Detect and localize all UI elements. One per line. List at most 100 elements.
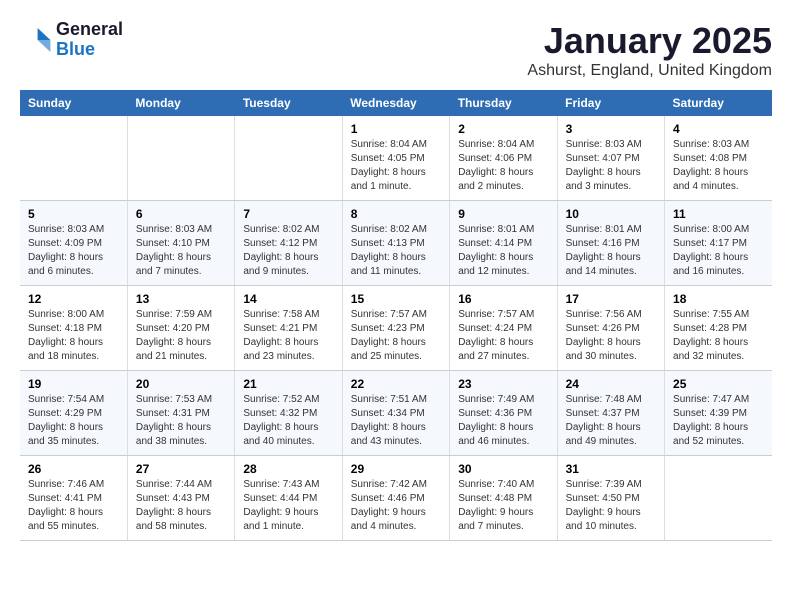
weekday-header-row: SundayMondayTuesdayWednesdayThursdayFrid… xyxy=(20,90,772,116)
title-section: January 2025 Ashurst, England, United Ki… xyxy=(527,20,772,80)
calendar-cell: 22Sunrise: 7:51 AM Sunset: 4:34 PM Dayli… xyxy=(342,371,449,456)
calendar-cell: 16 Sunrise: 7:57 AM Sunset: 4:24 PM Dayli… xyxy=(450,286,557,371)
calendar-week-row: 1 Sunrise: 8:04 AM Sunset: 4:05 PM Daylig… xyxy=(20,116,772,201)
weekday-header-saturday: Saturday xyxy=(665,90,772,116)
calendar-table: SundayMondayTuesdayWednesdayThursdayFrid… xyxy=(20,90,772,541)
day-number: 10 xyxy=(566,207,656,221)
day-info: Sunrise: 7:42 AM Sunset: 4:46 PM Dayligh… xyxy=(351,478,441,534)
day-number: 25 xyxy=(673,377,764,391)
day-info: Sunrise: 8:03 AM Sunset: 4:10 PM Dayligh… xyxy=(136,223,226,279)
calendar-cell: 15 Sunrise: 7:57 AM Sunset: 4:23 PM Dayli… xyxy=(342,286,449,371)
day-info: Sunrise: 7:44 AM Sunset: 4:43 PM Dayligh… xyxy=(136,478,226,534)
day-number: 19 xyxy=(28,377,119,391)
day-info: Sunrise: 8:00 AM Sunset: 4:17 PM Dayligh… xyxy=(673,223,764,279)
day-number: 26 xyxy=(28,462,119,476)
calendar-cell xyxy=(127,116,234,201)
day-info: Sunrise: 8:04 AM Sunset: 4:05 PM Dayligh… xyxy=(351,138,441,194)
calendar-cell: 7 Sunrise: 8:02 AM Sunset: 4:12 PM Daylig… xyxy=(235,201,342,286)
day-info: Sunrise: 7:43 AM Sunset: 4:44 PM Dayligh… xyxy=(243,478,333,534)
day-info: Sunrise: 8:02 AM Sunset: 4:13 PM Dayligh… xyxy=(351,223,441,279)
calendar-cell: 5 Sunrise: 8:03 AM Sunset: 4:09 PM Daylig… xyxy=(20,201,127,286)
day-info: Sunrise: 8:03 AM Sunset: 4:07 PM Dayligh… xyxy=(566,138,656,194)
day-number: 29 xyxy=(351,462,441,476)
day-number: 21 xyxy=(243,377,333,391)
logo: General Blue xyxy=(20,20,123,60)
day-number: 28 xyxy=(243,462,333,476)
calendar-week-row: 5 Sunrise: 8:03 AM Sunset: 4:09 PM Daylig… xyxy=(20,201,772,286)
day-info: Sunrise: 7:58 AM Sunset: 4:21 PM Dayligh… xyxy=(243,308,333,364)
calendar-title: January 2025 xyxy=(527,20,772,62)
weekday-header-sunday: Sunday xyxy=(20,90,127,116)
calendar-cell: 11 Sunrise: 8:00 AM Sunset: 4:17 PM Dayli… xyxy=(665,201,772,286)
day-number: 1 xyxy=(351,122,441,136)
logo-icon xyxy=(20,24,52,56)
calendar-cell: 27 Sunrise: 7:44 AM Sunset: 4:43 PM Dayli… xyxy=(127,456,234,541)
calendar-cell: 28 Sunrise: 7:43 AM Sunset: 4:44 PM Dayli… xyxy=(235,456,342,541)
day-number: 16 xyxy=(458,292,548,306)
day-number: 7 xyxy=(243,207,333,221)
day-info: Sunrise: 7:49 AM Sunset: 4:36 PM Dayligh… xyxy=(458,393,548,449)
day-info: Sunrise: 7:57 AM Sunset: 4:23 PM Dayligh… xyxy=(351,308,441,364)
calendar-week-row: 26 Sunrise: 7:46 AM Sunset: 4:41 PM Dayli… xyxy=(20,456,772,541)
day-info: Sunrise: 7:57 AM Sunset: 4:24 PM Dayligh… xyxy=(458,308,548,364)
day-number: 24 xyxy=(566,377,656,391)
day-info: Sunrise: 7:59 AM Sunset: 4:20 PM Dayligh… xyxy=(136,308,226,364)
day-info: Sunrise: 7:48 AM Sunset: 4:37 PM Dayligh… xyxy=(566,393,656,449)
day-info: Sunrise: 7:52 AM Sunset: 4:32 PM Dayligh… xyxy=(243,393,333,449)
day-info: Sunrise: 7:39 AM Sunset: 4:50 PM Dayligh… xyxy=(566,478,656,534)
calendar-cell: 10 Sunrise: 8:01 AM Sunset: 4:16 PM Dayli… xyxy=(557,201,664,286)
day-number: 27 xyxy=(136,462,226,476)
calendar-body: 1 Sunrise: 8:04 AM Sunset: 4:05 PM Daylig… xyxy=(20,116,772,541)
calendar-cell: 23 Sunrise: 7:49 AM Sunset: 4:36 PM Dayli… xyxy=(450,371,557,456)
day-number: 31 xyxy=(566,462,656,476)
day-number: 3 xyxy=(566,122,656,136)
calendar-cell: 20Sunrise: 7:53 AM Sunset: 4:31 PM Dayli… xyxy=(127,371,234,456)
calendar-week-row: 19Sunrise: 7:54 AM Sunset: 4:29 PM Dayli… xyxy=(20,371,772,456)
day-info: Sunrise: 8:01 AM Sunset: 4:14 PM Dayligh… xyxy=(458,223,548,279)
day-info: Sunrise: 8:01 AM Sunset: 4:16 PM Dayligh… xyxy=(566,223,656,279)
day-info: Sunrise: 8:00 AM Sunset: 4:18 PM Dayligh… xyxy=(28,308,119,364)
calendar-cell: 17 Sunrise: 7:56 AM Sunset: 4:26 PM Dayli… xyxy=(557,286,664,371)
day-info: Sunrise: 7:47 AM Sunset: 4:39 PM Dayligh… xyxy=(673,393,764,449)
calendar-cell: 1 Sunrise: 8:04 AM Sunset: 4:05 PM Daylig… xyxy=(342,116,449,201)
day-info: Sunrise: 8:04 AM Sunset: 4:06 PM Dayligh… xyxy=(458,138,548,194)
day-info: Sunrise: 8:02 AM Sunset: 4:12 PM Dayligh… xyxy=(243,223,333,279)
day-info: Sunrise: 7:53 AM Sunset: 4:31 PM Dayligh… xyxy=(136,393,226,449)
day-number: 12 xyxy=(28,292,119,306)
calendar-cell: 21 Sunrise: 7:52 AM Sunset: 4:32 PM Dayli… xyxy=(235,371,342,456)
day-number: 9 xyxy=(458,207,548,221)
day-number: 11 xyxy=(673,207,764,221)
calendar-cell: 31 Sunrise: 7:39 AM Sunset: 4:50 PM Dayli… xyxy=(557,456,664,541)
day-info: Sunrise: 7:56 AM Sunset: 4:26 PM Dayligh… xyxy=(566,308,656,364)
calendar-cell: 6Sunrise: 8:03 AM Sunset: 4:10 PM Daylig… xyxy=(127,201,234,286)
calendar-cell: 24 Sunrise: 7:48 AM Sunset: 4:37 PM Dayli… xyxy=(557,371,664,456)
calendar-cell: 18Sunrise: 7:55 AM Sunset: 4:28 PM Dayli… xyxy=(665,286,772,371)
calendar-cell: 9 Sunrise: 8:01 AM Sunset: 4:14 PM Daylig… xyxy=(450,201,557,286)
calendar-header: SundayMondayTuesdayWednesdayThursdayFrid… xyxy=(20,90,772,116)
day-number: 17 xyxy=(566,292,656,306)
day-number: 4 xyxy=(673,122,764,136)
calendar-cell: 26 Sunrise: 7:46 AM Sunset: 4:41 PM Dayli… xyxy=(20,456,127,541)
day-number: 18 xyxy=(673,292,764,306)
day-info: Sunrise: 7:51 AM Sunset: 4:34 PM Dayligh… xyxy=(351,393,441,449)
calendar-cell: 13 Sunrise: 7:59 AM Sunset: 4:20 PM Dayli… xyxy=(127,286,234,371)
day-number: 15 xyxy=(351,292,441,306)
calendar-week-row: 12 Sunrise: 8:00 AM Sunset: 4:18 PM Dayli… xyxy=(20,286,772,371)
day-info: Sunrise: 7:40 AM Sunset: 4:48 PM Dayligh… xyxy=(458,478,548,534)
day-number: 23 xyxy=(458,377,548,391)
calendar-cell xyxy=(665,456,772,541)
calendar-cell: 14 Sunrise: 7:58 AM Sunset: 4:21 PM Dayli… xyxy=(235,286,342,371)
day-number: 13 xyxy=(136,292,226,306)
logo-text: General Blue xyxy=(56,20,123,60)
day-info: Sunrise: 8:03 AM Sunset: 4:09 PM Dayligh… xyxy=(28,223,119,279)
calendar-cell: 25 Sunrise: 7:47 AM Sunset: 4:39 PM Dayli… xyxy=(665,371,772,456)
weekday-header-tuesday: Tuesday xyxy=(235,90,342,116)
calendar-cell xyxy=(20,116,127,201)
weekday-header-wednesday: Wednesday xyxy=(342,90,449,116)
day-number: 5 xyxy=(28,207,119,221)
day-number: 14 xyxy=(243,292,333,306)
weekday-header-monday: Monday xyxy=(127,90,234,116)
day-info: Sunrise: 7:46 AM Sunset: 4:41 PM Dayligh… xyxy=(28,478,119,534)
calendar-cell: 12 Sunrise: 8:00 AM Sunset: 4:18 PM Dayli… xyxy=(20,286,127,371)
page-header: General Blue January 2025 Ashurst, Engla… xyxy=(20,20,772,80)
